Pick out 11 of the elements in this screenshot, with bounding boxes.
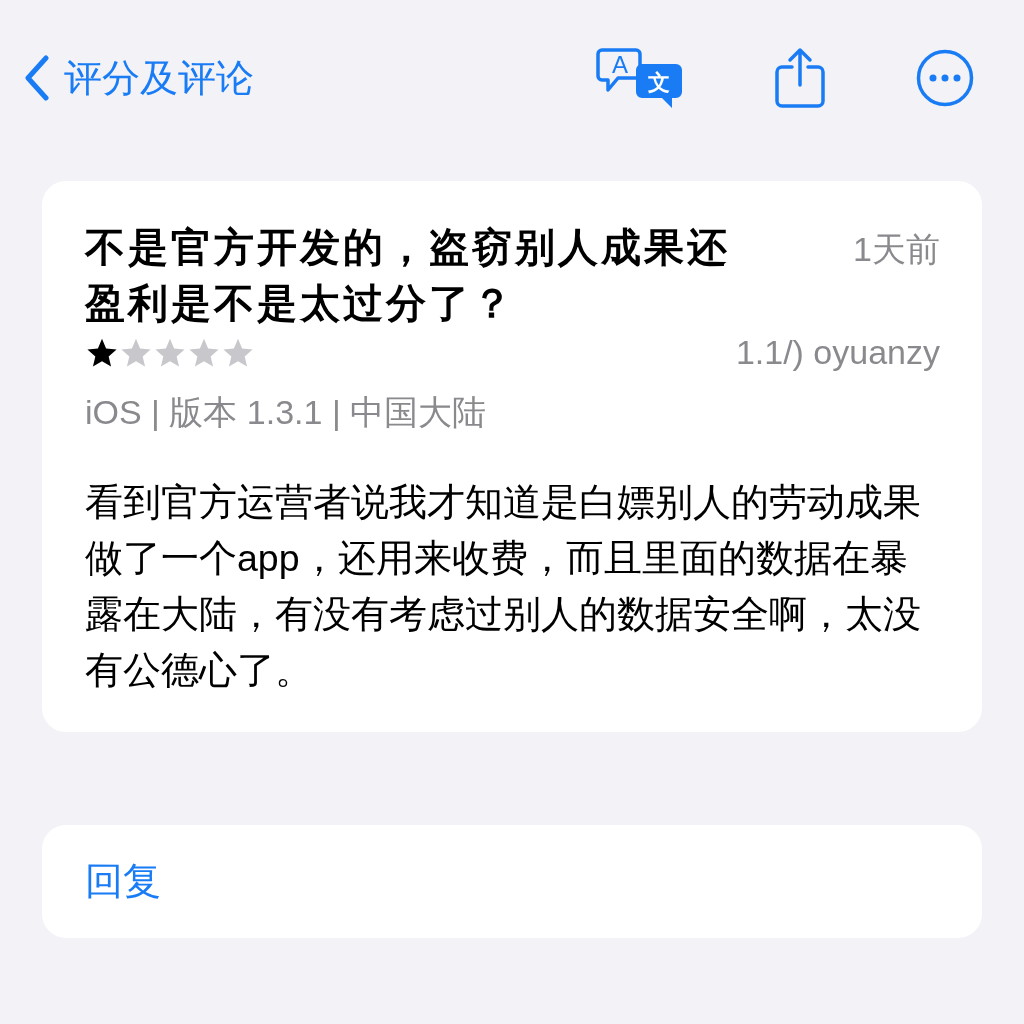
review-date: 1天前 bbox=[853, 229, 940, 270]
reviewer-name: 1.1/) oyuanzy bbox=[735, 333, 940, 372]
review-meta: iOS | 版本 1.3.1 | 中国大陆 bbox=[85, 392, 488, 433]
translate-button[interactable]: A 文 bbox=[596, 46, 684, 110]
reply-button[interactable]: 回复 bbox=[85, 856, 161, 907]
review-body: 看到官方运营者说我才知道是白嫖别人的劳动成果做了一个app，还用来收费，而且里面的数据在暴露在大陆，有没有考虑过别人的数据安全啊，太没有公德心了。 bbox=[85, 480, 922, 693]
review-title: 不是官方开发的，盗窃别人成果还盈利是不是太过分了？ bbox=[85, 224, 731, 327]
back-button[interactable]: 评分及评论 bbox=[20, 52, 258, 104]
more-button[interactable] bbox=[916, 49, 974, 107]
back-chevron-icon bbox=[24, 55, 50, 101]
share-button[interactable] bbox=[774, 47, 826, 109]
